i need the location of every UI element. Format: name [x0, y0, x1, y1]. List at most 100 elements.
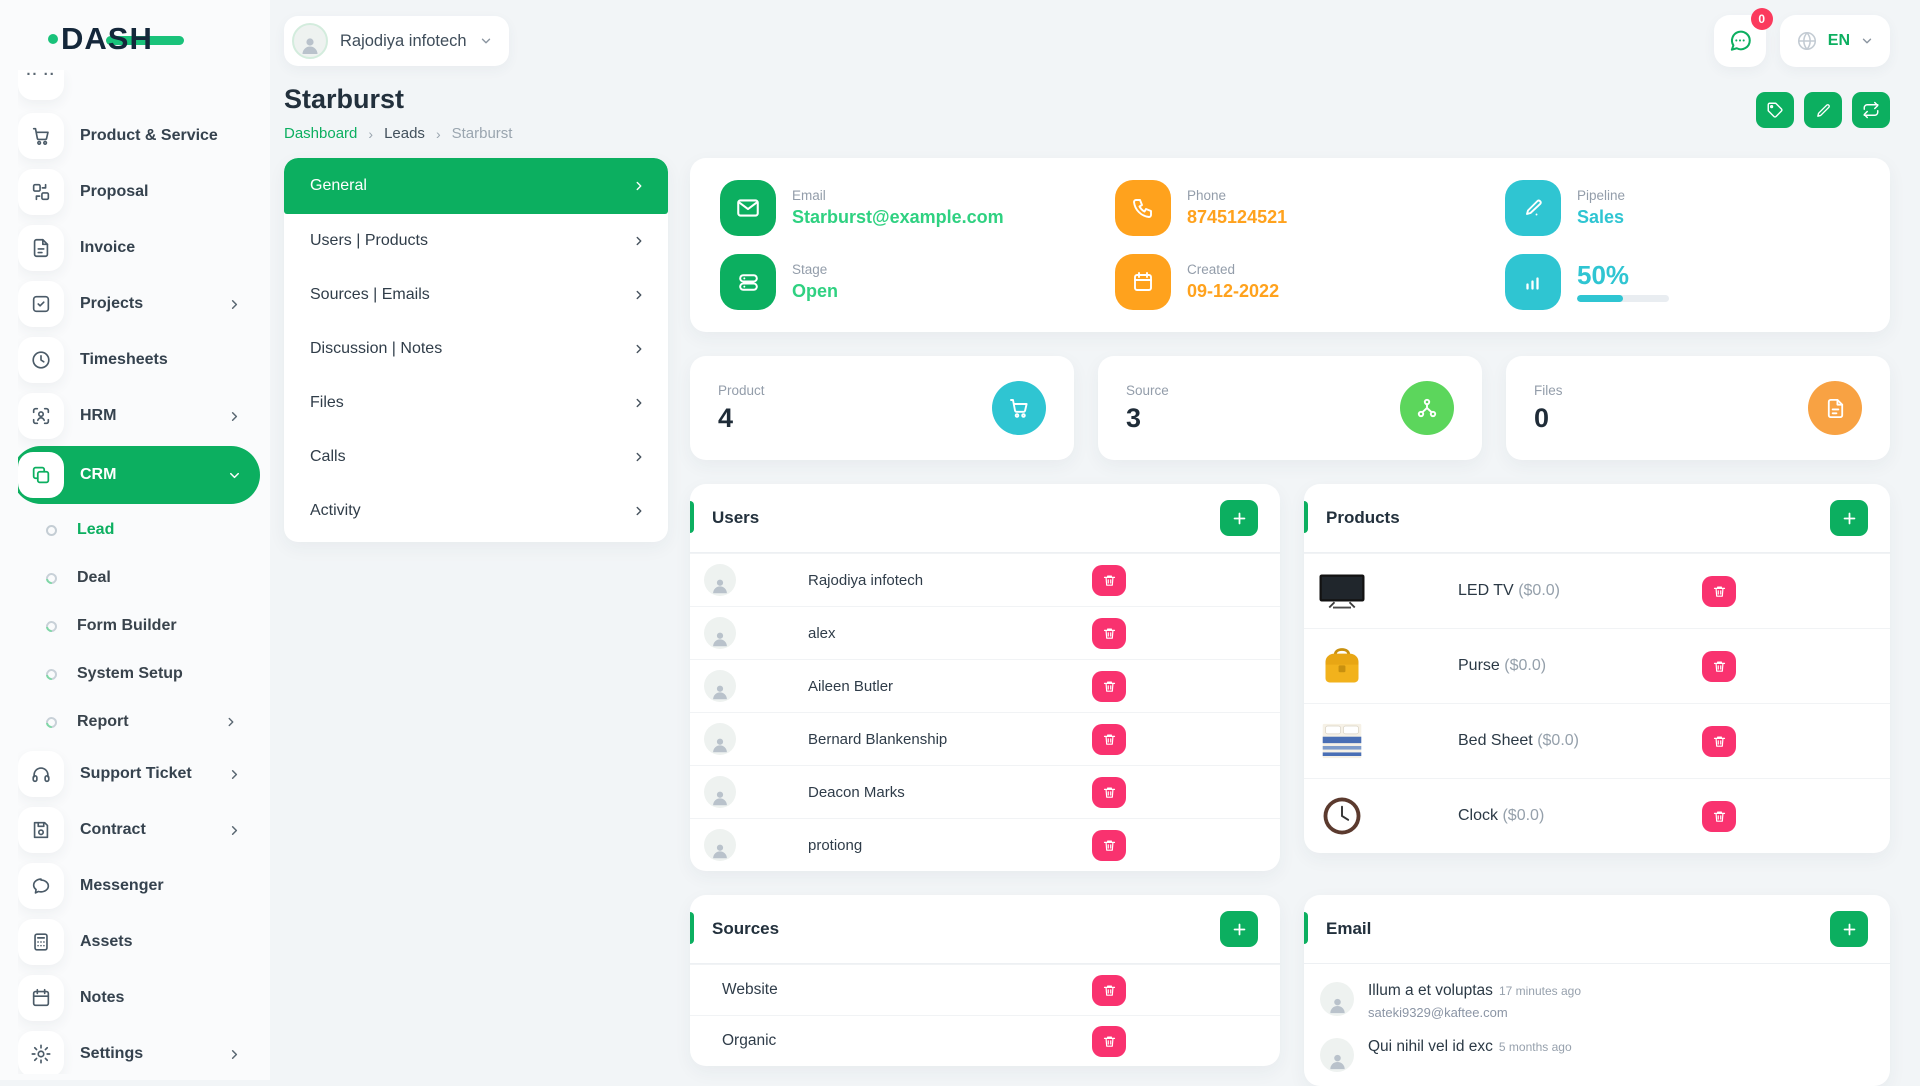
chat-bubble-icon	[18, 863, 64, 909]
stat-label: Product	[718, 383, 765, 398]
language-selector[interactable]: EN	[1780, 15, 1890, 67]
add-source-button[interactable]	[1220, 911, 1258, 947]
chevron-right-icon	[227, 1047, 242, 1062]
sidebar-item-hrm[interactable]: HRM	[18, 388, 270, 444]
sidebar-item-messenger[interactable]: Messenger	[18, 858, 270, 914]
calendar-icon	[1115, 254, 1171, 310]
sidebar-subitem-label: System Setup	[77, 665, 183, 683]
field-value: Open	[792, 281, 838, 302]
sidebar-item-label: Proposal	[80, 183, 148, 201]
product-price: ($0.0)	[1504, 657, 1546, 674]
sidebar-item-assets[interactable]: Assets	[18, 914, 270, 970]
avatar	[704, 617, 736, 649]
tab-discussion-notes[interactable]: Discussion | Notes	[284, 322, 668, 376]
delete-source-button[interactable]	[1092, 1026, 1126, 1057]
add-email-button[interactable]	[1830, 911, 1868, 947]
sources-email-row: Sources Website Organic	[690, 895, 1890, 1086]
sidebar-subitem-deal[interactable]: Deal	[18, 554, 270, 602]
email-header: Email	[1304, 895, 1890, 963]
tab-activity[interactable]: Activity	[284, 484, 668, 538]
breadcrumb-dashboard[interactable]: Dashboard	[284, 125, 357, 142]
sidebar-item-label: Support Ticket	[80, 765, 192, 783]
page-title: Starburst	[284, 84, 512, 115]
share-nodes-icon	[1400, 381, 1454, 435]
email-item: Qui nihil vel id exc5 months ago	[1304, 1028, 1890, 1080]
delete-product-button[interactable]	[1702, 576, 1736, 607]
tab-label: Sources | Emails	[310, 286, 430, 304]
sidebar-item-crm[interactable]: CRM	[18, 446, 260, 504]
sidebar-item-label: Invoice	[80, 239, 135, 257]
sidebar-nav: Product & Service Proposal Invoice Proje…	[18, 70, 270, 1074]
breadcrumb-current: Starburst	[452, 125, 513, 142]
chevron-right-icon	[632, 234, 646, 248]
delete-user-button[interactable]	[1092, 565, 1126, 596]
field-label: Pipeline	[1577, 188, 1625, 203]
trash-icon	[1102, 679, 1117, 694]
edit-button[interactable]	[1804, 92, 1842, 128]
breadcrumb-leads[interactable]: Leads	[384, 125, 425, 142]
sidebar-item-contract[interactable]: Contract	[18, 802, 270, 858]
bullet-icon	[44, 666, 59, 681]
tab-files[interactable]: Files	[284, 376, 668, 430]
trash-icon	[1712, 659, 1727, 674]
delete-product-button[interactable]	[1702, 651, 1736, 682]
user-name: protiong	[808, 837, 862, 854]
email-body: Qui nihil vel id exc5 months ago	[1368, 1038, 1572, 1072]
sidebar-item-support-ticket[interactable]: Support Ticket	[18, 746, 270, 802]
tab-sources-emails[interactable]: Sources | Emails	[284, 268, 668, 322]
delete-user-button[interactable]	[1092, 830, 1126, 861]
sidebar-item-settings[interactable]: Settings	[18, 1026, 270, 1074]
sidebar-subitem-report[interactable]: Report	[18, 698, 270, 746]
delete-product-button[interactable]	[1702, 801, 1736, 832]
chevron-right-icon	[632, 342, 646, 356]
chevron-right-icon	[224, 715, 238, 729]
sidebar-item-invoice[interactable]: Invoice	[18, 220, 270, 276]
panel-title: Email	[1326, 919, 1371, 939]
chevron-right-icon	[227, 767, 242, 782]
headphones-icon	[18, 751, 64, 797]
sidebar-subitem-label: Form Builder	[77, 617, 177, 635]
sidebar-subitem-form-builder[interactable]: Form Builder	[18, 602, 270, 650]
user-name: Aileen Butler	[808, 678, 893, 695]
tab-general[interactable]: General	[284, 158, 668, 214]
overview-stage: Stage Open	[720, 254, 1115, 310]
email-subject: Illum a et voluptas	[1368, 982, 1493, 999]
notifications-button[interactable]: 0	[1714, 15, 1766, 67]
tab-calls[interactable]: Calls	[284, 430, 668, 484]
sidebar-item-label: Settings	[80, 1045, 143, 1063]
trash-icon	[1712, 584, 1727, 599]
sidebar-item-timesheets[interactable]: Timesheets	[18, 332, 270, 388]
sidebar-subitem-system-setup[interactable]: System Setup	[18, 650, 270, 698]
delete-user-button[interactable]	[1092, 724, 1126, 755]
tab-users-products[interactable]: Users | Products	[284, 214, 668, 268]
email-time: 17 minutes ago	[1499, 984, 1581, 998]
avatar	[704, 670, 736, 702]
save-icon	[18, 807, 64, 853]
stat-card-product: Product 4	[690, 356, 1074, 460]
convert-button[interactable]	[1852, 92, 1890, 128]
server-icon	[720, 254, 776, 310]
delete-user-button[interactable]	[1092, 671, 1126, 702]
sidebar-item-product-service[interactable]: Product & Service	[18, 108, 270, 164]
delete-source-button[interactable]	[1092, 975, 1126, 1006]
workspace-switcher[interactable]: Rajodiya infotech	[284, 16, 509, 66]
product-name: Purse ($0.0)	[1458, 657, 1546, 675]
delete-user-button[interactable]	[1092, 777, 1126, 808]
chevron-down-icon	[1860, 34, 1874, 48]
app-logo[interactable]: DASH	[48, 14, 228, 64]
add-user-button[interactable]	[1220, 500, 1258, 536]
sidebar-item-projects[interactable]: Projects	[18, 276, 270, 332]
labels-button[interactable]	[1756, 92, 1794, 128]
sidebar-item-proposal[interactable]: Proposal	[18, 164, 270, 220]
delete-product-button[interactable]	[1702, 726, 1736, 757]
sidebar-subitem-lead[interactable]: Lead	[18, 506, 270, 554]
add-product-button[interactable]	[1830, 500, 1868, 536]
product-price: ($0.0)	[1537, 732, 1579, 749]
stat-label: Files	[1534, 383, 1563, 398]
sidebar-item-notes[interactable]: Notes	[18, 970, 270, 1026]
progress-bar	[1577, 295, 1669, 302]
pen-icon	[1505, 180, 1561, 236]
delete-user-button[interactable]	[1092, 618, 1126, 649]
chevron-down-icon	[227, 468, 242, 483]
email-list: Illum a et voluptas17 minutes ago sateki…	[1304, 964, 1890, 1086]
